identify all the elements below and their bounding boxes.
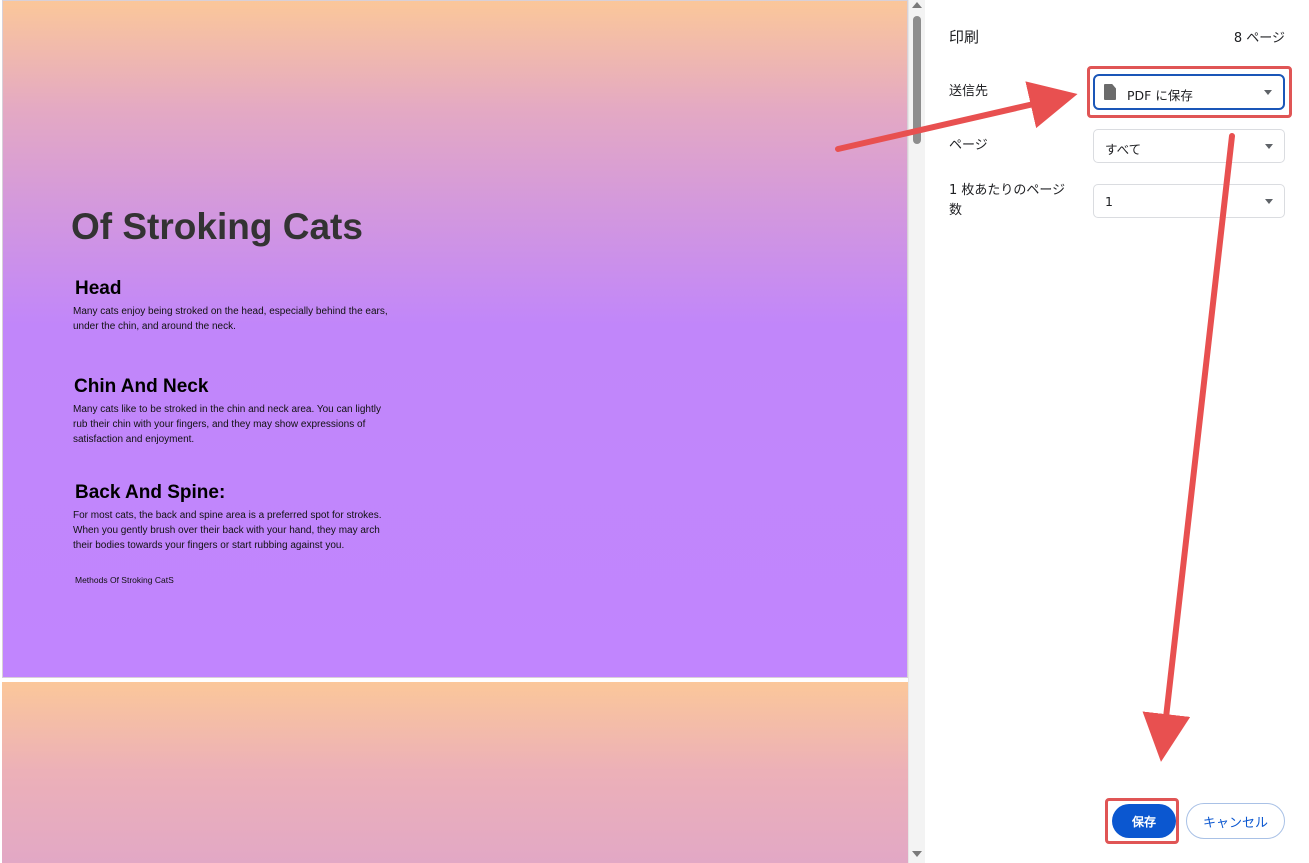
pages-per-sheet-select[interactable]: 1 xyxy=(1093,184,1285,218)
section-heading-back-spine: Back And Spine: xyxy=(75,482,226,503)
chevron-down-icon xyxy=(1264,90,1272,95)
scroll-down-arrow-icon[interactable] xyxy=(912,851,922,857)
section-heading-head: Head xyxy=(75,278,122,299)
section-text-back-spine: For most cats, the back and spine area i… xyxy=(73,510,382,551)
panel-title: 印刷 xyxy=(949,28,980,46)
document-title: Of Stroking Cats xyxy=(71,206,363,247)
section-heading-chin-neck: Chin And Neck xyxy=(74,376,209,397)
pages-label: ページ xyxy=(949,138,988,153)
print-preview[interactable]: Of Stroking Cats Head Many cats enjoy be… xyxy=(0,0,908,863)
pages-per-sheet-label: 1 枚あたりのページ 数 xyxy=(949,183,1066,218)
preview-scrollbar[interactable] xyxy=(908,0,925,863)
save-button[interactable]: 保存 xyxy=(1112,804,1176,838)
preview-page-1: Of Stroking Cats Head Many cats enjoy be… xyxy=(2,0,908,678)
chevron-down-icon xyxy=(1265,199,1273,204)
destination-value: PDF に保存 xyxy=(1127,88,1193,103)
pages-select[interactable]: すべて xyxy=(1093,129,1285,163)
section-text-head: Many cats enjoy being stroked on the hea… xyxy=(73,306,388,332)
destination-select[interactable]: PDF に保存 xyxy=(1093,74,1285,110)
cancel-button[interactable]: キャンセル xyxy=(1186,803,1285,839)
pages-per-sheet-value: 1 xyxy=(1105,194,1113,209)
page-count: 8 ページ xyxy=(1233,31,1285,46)
pages-value: すべて xyxy=(1105,142,1142,157)
preview-page-2 xyxy=(2,682,908,863)
section-text-chin-neck: Many cats like to be stroked in the chin… xyxy=(73,404,381,445)
destination-label: 送信先 xyxy=(949,84,989,99)
document-icon xyxy=(1104,84,1116,100)
scroll-up-arrow-icon[interactable] xyxy=(912,2,922,8)
print-settings-panel: 印刷 8 ページ 送信先 PDF に保存 ページ すべて 1 枚あたりのページ … xyxy=(925,0,1309,863)
scroll-thumb[interactable] xyxy=(913,16,921,144)
chevron-down-icon xyxy=(1265,144,1273,149)
document-footer: Methods Of Stroking CatS xyxy=(75,575,174,585)
